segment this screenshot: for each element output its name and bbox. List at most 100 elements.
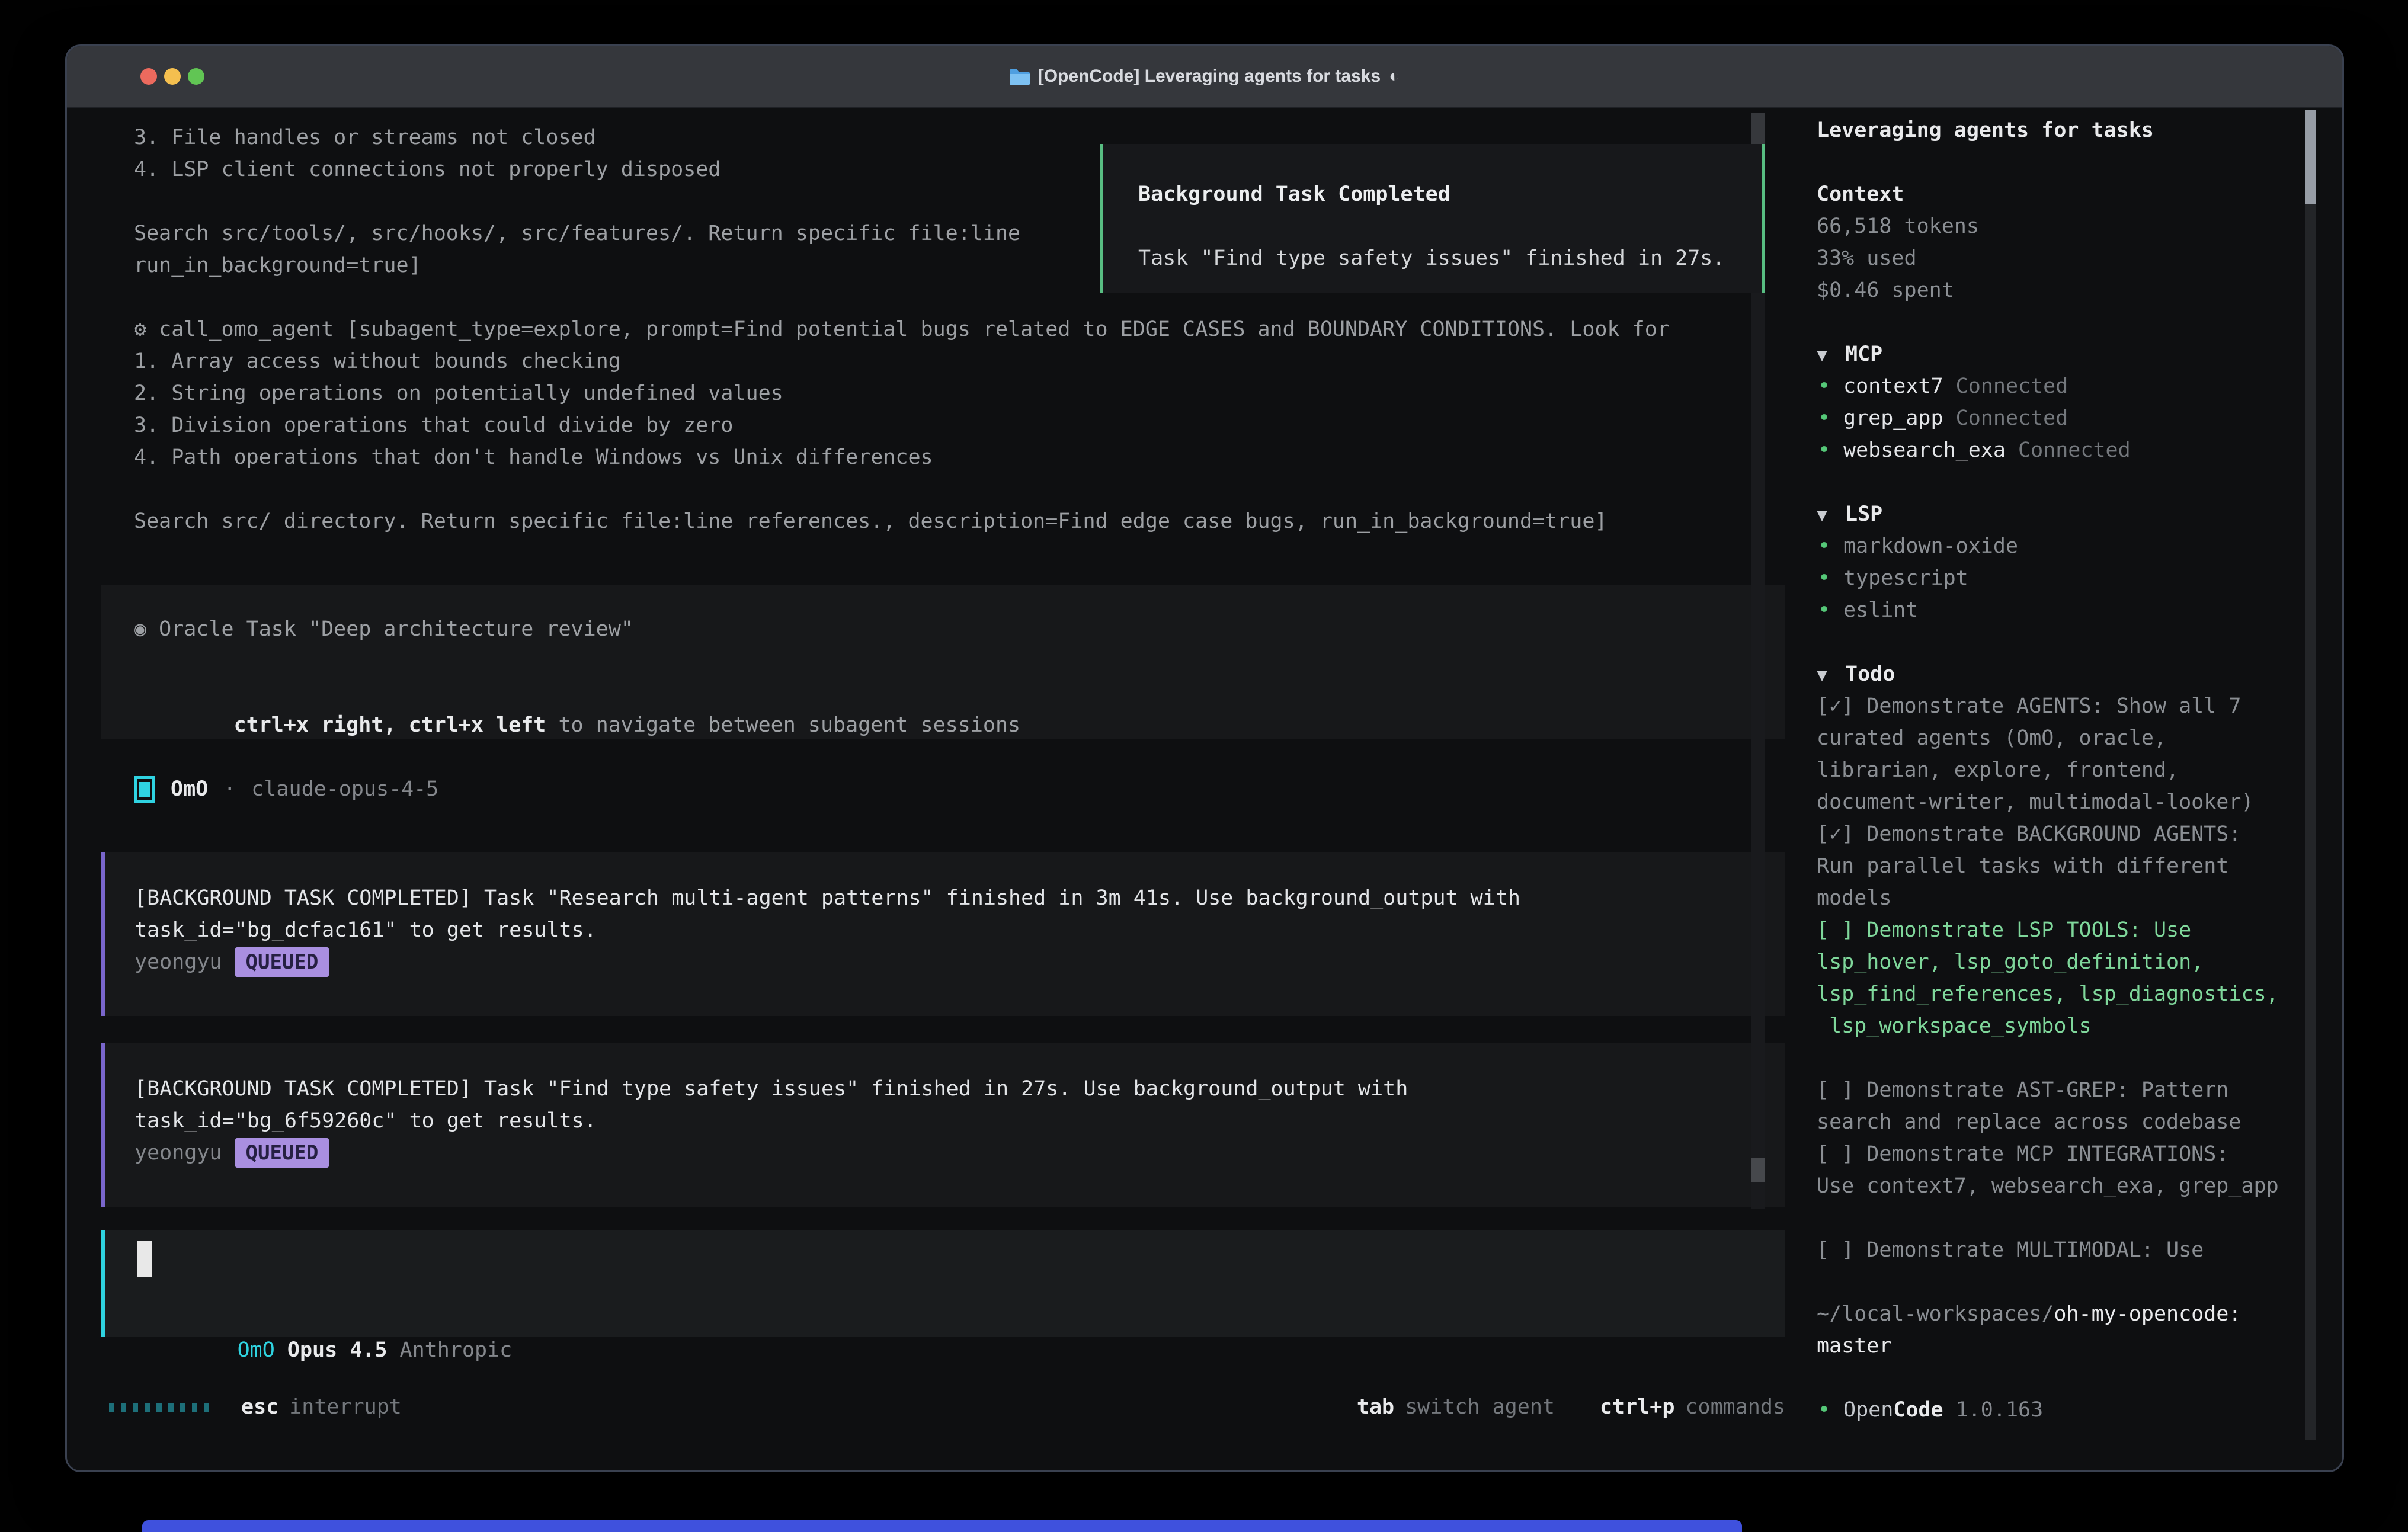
todo-item-line: curated agents (OmO, oracle,: [1817, 722, 2303, 754]
input-agent-name: OmO: [238, 1338, 275, 1362]
todo-item-line: [ ] Demonstrate AST-GREP: Pattern: [1817, 1074, 2303, 1106]
bullet-icon: •: [1817, 594, 1843, 626]
oracle-task-line: ◉ Oracle Task "Deep architecture review": [134, 613, 1785, 645]
log-line: 1. Array access without bounds checking: [67, 345, 1785, 377]
busy-indicator-icon: ◐: [1389, 66, 1400, 86]
log-line: 3. Division operations that could divide…: [67, 409, 1785, 441]
agent-name: OmO: [171, 777, 208, 801]
oracle-task-panel: ◉ Oracle Task "Deep architecture review"…: [101, 585, 1785, 739]
window-title: [OpenCode] Leveraging agents for tasks ◐: [1010, 66, 1400, 86]
mcp-item: •grep_app Connected: [1817, 402, 2303, 434]
prompt-input[interactable]: OmO Opus 4.5 Anthropic: [101, 1230, 1785, 1337]
sidebar: Leveraging agents for tasks Context 66,5…: [1817, 114, 2303, 1426]
task-message-line: task_id="bg_6f59260c" to get results.: [135, 1105, 1785, 1137]
mcp-section-header[interactable]: ▼MCP: [1817, 338, 2303, 370]
main-scrollbar-thumb[interactable]: [1751, 1158, 1765, 1182]
minimize-button[interactable]: [164, 68, 181, 85]
log-line: Search src/ directory. Return specific f…: [67, 505, 1785, 537]
bullet-icon: •: [1817, 370, 1843, 402]
ctrlp-key-hint: ctrl+p: [1600, 1395, 1674, 1419]
log-line: 2. String operations on potentially unde…: [67, 377, 1785, 409]
workspace-branch: master: [1817, 1330, 2303, 1362]
lsp-section-header[interactable]: ▼LSP: [1817, 498, 2303, 530]
input-provider: Anthropic: [400, 1338, 513, 1362]
agent-model: claude-opus-4-5: [251, 777, 438, 801]
todo-item-line: [✓] Demonstrate BACKGROUND AGENTS:: [1817, 818, 2303, 850]
mcp-item: •websearch_exa Connected: [1817, 434, 2303, 466]
lsp-item: •markdown-oxide: [1817, 530, 2303, 562]
todo-item-line: [ ] Demonstrate MCP INTEGRATIONS:: [1817, 1138, 2303, 1170]
todo-item-line: models: [1817, 882, 2303, 914]
gear-icon: ⚙: [134, 318, 159, 341]
hint-keys: ctrl+x right, ctrl+x left: [234, 713, 546, 737]
input-model: Opus 4.5: [275, 1338, 400, 1362]
terminal-content: 3. File handles or streams not closed 4.…: [67, 108, 2342, 1470]
close-button[interactable]: [140, 68, 157, 85]
bullet-icon: •: [1817, 1394, 1843, 1426]
version-line: •OpenCode 1.0.163: [1817, 1394, 2303, 1426]
status-badge: QUEUED: [235, 1138, 329, 1168]
background-task-card: [BACKGROUND TASK COMPLETED] Task "Resear…: [101, 852, 1785, 1016]
todo-item-line: search and replace across codebase: [1817, 1106, 2303, 1138]
agent-header: OmO · claude-opus-4-5: [134, 773, 438, 805]
todo-item-line-active: [ ] Demonstrate LSP TOOLS: Use: [1817, 914, 2303, 946]
context-tokens: 66,518 tokens: [1817, 210, 2303, 242]
bullet-icon: •: [1817, 530, 1843, 562]
session-title: Leveraging agents for tasks: [1817, 114, 2303, 146]
task-author: yeongyu: [135, 1141, 222, 1165]
text-cursor: [137, 1241, 152, 1277]
subagent-nav-hint: ctrl+x right, ctrl+x left to navigate be…: [134, 677, 1785, 709]
todo-item-line-active: lsp_hover, lsp_goto_definition,: [1817, 946, 2303, 978]
todo-item-line: [ ] Demonstrate MULTIMODAL: Use: [1817, 1234, 2303, 1266]
task-message-line: [BACKGROUND TASK COMPLETED] Task "Find t…: [135, 1073, 1785, 1105]
tool-call-line: ⚙ call_omo_agent [subagent_type=explore,…: [67, 313, 1785, 345]
title-text: [OpenCode] Leveraging agents for tasks: [1038, 66, 1381, 86]
lsp-item: •eslint: [1817, 594, 2303, 626]
sidebar-scrollbar-thumb[interactable]: [2305, 110, 2316, 204]
maximize-button[interactable]: [188, 68, 204, 85]
lsp-item: •typescript: [1817, 562, 2303, 594]
todo-item-line-active: lsp_workspace_symbols: [1817, 1010, 2303, 1042]
chevron-down-icon: ▼: [1817, 339, 1845, 371]
task-message-line: [BACKGROUND TASK COMPLETED] Task "Resear…: [135, 882, 1785, 914]
bullet-icon: •: [1817, 562, 1843, 594]
todo-item-line: document-writer, multimodal-looker): [1817, 786, 2303, 818]
todo-section-header[interactable]: ▼Todo: [1817, 658, 2303, 690]
workspace-path: ~/local-workspaces/oh-my-opencode:: [1817, 1298, 2303, 1330]
ctrlp-key-label: commands: [1685, 1395, 1785, 1419]
todo-item-line: Run parallel tasks with different: [1817, 850, 2303, 882]
bullet-icon: •: [1817, 434, 1843, 466]
input-meta: OmO Opus 4.5 Anthropic: [137, 1302, 512, 1334]
task-author: yeongyu: [135, 950, 222, 974]
log-line: 4. Path operations that don't handle Win…: [67, 441, 1785, 473]
tab-key-hint: tab: [1357, 1395, 1394, 1419]
hint-text: to navigate between subagent sessions: [546, 713, 1020, 737]
title-bar[interactable]: [OpenCode] Leveraging agents for tasks ◐: [67, 46, 2342, 108]
chevron-down-icon: ▼: [1817, 659, 1845, 691]
context-used: 33% used: [1817, 242, 2303, 274]
tab-key-label: switch agent: [1405, 1395, 1555, 1419]
sidebar-scrollbar[interactable]: [2305, 110, 2316, 1440]
background-task-card: [BACKGROUND TASK COMPLETED] Task "Find t…: [101, 1043, 1785, 1207]
background-window-edge: [142, 1520, 1742, 1532]
context-heading: Context: [1817, 178, 2303, 210]
spinner-icon: [109, 1403, 209, 1412]
status-badge: QUEUED: [235, 947, 329, 977]
background-task-toast: Background Task Completed Task "Find typ…: [1100, 144, 1765, 293]
toast-title: Background Task Completed: [1138, 178, 1762, 210]
todo-item-line: librarian, explore, frontend,: [1817, 754, 2303, 786]
main-scrollbar-thumb[interactable]: [1751, 113, 1765, 145]
agent-icon: [134, 776, 155, 803]
task-message-line: task_id="bg_dcfac161" to get results.: [135, 914, 1785, 946]
todo-item-line-active: lsp_find_references, lsp_diagnostics,: [1817, 978, 2303, 1010]
todo-item-line: [✓] Demonstrate AGENTS: Show all 7: [1817, 690, 2303, 722]
esc-key-hint: esc: [241, 1395, 278, 1419]
status-bar: esc interrupt tab switch agent ctrl+p co…: [109, 1391, 1785, 1423]
toast-body: Task "Find type safety issues" finished …: [1138, 242, 1762, 274]
esc-key-label: interrupt: [289, 1395, 402, 1419]
todo-item-line: Use context7, websearch_exa, grep_app: [1817, 1170, 2303, 1202]
folder-icon: [1010, 68, 1030, 85]
separator-dot: ·: [223, 777, 236, 801]
chevron-down-icon: ▼: [1817, 499, 1845, 531]
bullet-icon: •: [1817, 402, 1843, 434]
